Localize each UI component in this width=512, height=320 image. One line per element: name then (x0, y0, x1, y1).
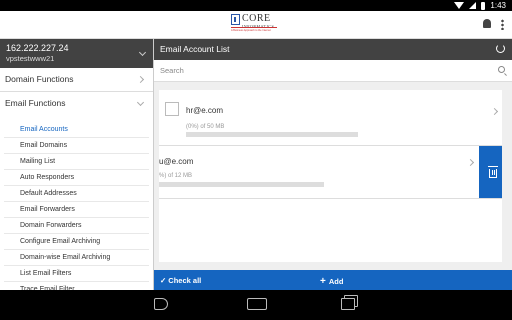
app-header: CORE INFORMATICS A Business Approach to … (0, 11, 512, 39)
clock: 1:43 (490, 1, 506, 10)
sidebar-item-email-domains[interactable]: Email Domains (4, 138, 149, 154)
logo-tagline: A Business Approach to the Internet (231, 29, 271, 32)
list-item[interactable]: hr@e.com (0%) of 50 MB (159, 95, 502, 149)
email-account-list: hr@e.com (0%) of 50 MB u@e.com %) of 12 … (159, 90, 502, 262)
chevron-down-icon (136, 98, 145, 107)
back-icon[interactable] (154, 298, 168, 310)
logo-name: CORE (242, 13, 271, 24)
main-header: Email Account List (154, 39, 512, 60)
plus-icon: + (320, 276, 326, 287)
status-bar: 1:43 (0, 0, 512, 11)
add-button[interactable]: + Add (320, 276, 343, 287)
refresh-icon[interactable] (496, 44, 505, 53)
search-bar (154, 60, 512, 82)
list-item[interactable]: u@e.com %) of 12 MB (159, 145, 502, 199)
section-domain-functions[interactable]: Domain Functions (0, 68, 153, 92)
sidebar-item-mailing-list[interactable]: Mailing List (4, 154, 149, 170)
account-usage: (0%) of 50 MB (186, 124, 225, 130)
core-informatics-logo: CORE INFORMATICS A Business Approach to … (231, 13, 277, 35)
server-host: vpstestwww21 (6, 54, 55, 63)
usage-bar (159, 182, 324, 187)
account-usage: %) of 12 MB (159, 173, 193, 179)
chevron-right-icon (136, 75, 145, 84)
server-ip: 162.222.227.24 (6, 43, 69, 53)
overflow-menu-icon[interactable] (501, 19, 504, 30)
page-title: Email Account List (160, 44, 230, 54)
server-selector[interactable]: 162.222.227.24 vpstestwww21 (0, 39, 153, 68)
account-email: u@e.com (159, 157, 194, 166)
sidebar-item-list-email-filters[interactable]: List Email Filters (4, 266, 149, 282)
check-all-button[interactable]: ✓ Check all (160, 276, 201, 285)
sidebar-item-email-forwarders[interactable]: Email Forwarders (4, 202, 149, 218)
main-panel: Email Account List hr@e.com (0%) of 50 M… (154, 39, 512, 290)
chevron-right-icon (466, 158, 475, 167)
checkmark-icon: ✓ (160, 276, 167, 285)
system-nav-bar (0, 290, 512, 320)
add-label: Add (328, 277, 344, 286)
home-icon[interactable] (247, 298, 267, 310)
search-input[interactable] (154, 60, 474, 81)
logo-underline (231, 27, 277, 28)
wifi-icon (454, 2, 465, 9)
delete-button[interactable] (479, 146, 502, 198)
section-label: Domain Functions (5, 74, 74, 84)
check-all-label: Check all (168, 276, 202, 285)
sidebar-item-trace-email-filter[interactable]: Trace Email Filter (4, 282, 149, 290)
action-bar: ✓ Check all + Add (154, 270, 512, 290)
battery-icon (481, 1, 486, 10)
chevron-right-icon (490, 107, 499, 116)
trash-icon (488, 165, 498, 178)
sidebar-item-domain-wise-email-archiving[interactable]: Domain-wise Email Archiving (4, 250, 149, 266)
notifications-bell-icon[interactable] (483, 19, 491, 28)
section-label: Email Functions (5, 98, 66, 108)
logo-mark-icon (231, 14, 240, 25)
section-email-functions[interactable]: Email Functions (0, 92, 153, 116)
account-checkbox[interactable] (165, 102, 179, 116)
signal-icon (469, 2, 477, 9)
usage-bar (186, 132, 358, 137)
email-functions-menu: Email Accounts Email Domains Mailing Lis… (0, 116, 153, 290)
sidebar: 162.222.227.24 vpstestwww21 Domain Funct… (0, 39, 154, 290)
sidebar-item-default-addresses[interactable]: Default Addresses (4, 186, 149, 202)
account-email: hr@e.com (186, 106, 224, 115)
sidebar-item-auto-responders[interactable]: Auto Responders (4, 170, 149, 186)
search-icon[interactable] (498, 66, 505, 73)
sidebar-item-domain-forwarders[interactable]: Domain Forwarders (4, 218, 149, 234)
recent-apps-icon[interactable] (341, 298, 355, 310)
sidebar-item-configure-email-archiving[interactable]: Configure Email Archiving (4, 234, 149, 250)
sidebar-item-email-accounts[interactable]: Email Accounts (4, 122, 149, 138)
